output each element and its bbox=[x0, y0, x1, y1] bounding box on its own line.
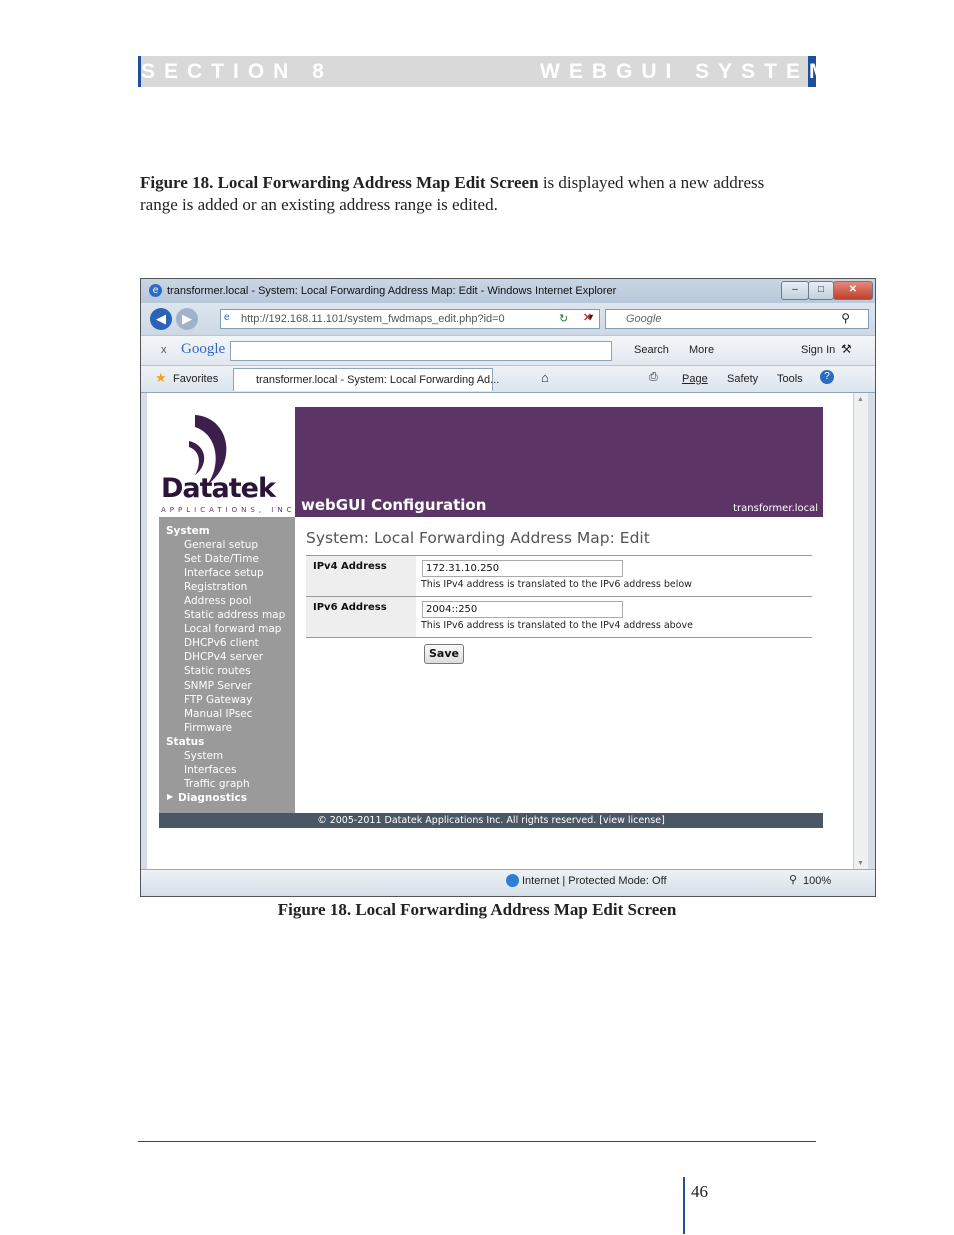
window-title: transformer.local - System: Local Forwar… bbox=[167, 285, 617, 297]
url-text: http://192.168.11.101/system_fwdmaps_edi… bbox=[241, 313, 505, 325]
window-titlebar: e transformer.local - System: Local Forw… bbox=[141, 279, 875, 303]
web-page: Datatek APPLICATIONS, INC webGUI Configu… bbox=[147, 393, 865, 869]
intro-figure-ref: Figure 18. Local Forwarding Address Map … bbox=[140, 173, 539, 192]
menu-item-static-address-map[interactable]: Static address map bbox=[184, 609, 285, 621]
logo-wordmark: Datatek bbox=[161, 473, 276, 504]
search-box[interactable]: Google ⚲ bbox=[605, 309, 869, 329]
zoom-level[interactable]: 100% bbox=[803, 875, 831, 887]
menu-item-status-system[interactable]: System bbox=[184, 750, 223, 762]
page-number-bar bbox=[683, 1177, 685, 1234]
intro-paragraph: Figure 18. Local Forwarding Address Map … bbox=[140, 172, 800, 216]
wrench-icon[interactable]: ⚒ bbox=[841, 342, 852, 356]
nav-menu: System General setup Set Date/Time Inter… bbox=[159, 517, 295, 813]
footer-rule bbox=[138, 1141, 816, 1142]
search-icon[interactable]: ⚲ bbox=[841, 311, 850, 325]
ipv6-row: IPv6 Address 2004::250 This IPv6 address… bbox=[306, 597, 812, 638]
main-content: System: Local Forwarding Address Map: Ed… bbox=[295, 517, 823, 813]
browser-tab[interactable]: transformer.local - System: Local Forwar… bbox=[233, 368, 499, 391]
menu-item-ftp-gateway[interactable]: FTP Gateway bbox=[184, 694, 252, 706]
page-number: 46 bbox=[691, 1182, 708, 1201]
print-icon[interactable]: ⎙ bbox=[649, 371, 658, 384]
menu-item-dhcpv4-server[interactable]: DHCPv4 server bbox=[184, 651, 263, 663]
section-title: WEBGUI SYSTEM bbox=[540, 60, 836, 83]
logo-subtitle: APPLICATIONS, INC bbox=[161, 506, 296, 514]
close-button[interactable]: ✕ bbox=[833, 281, 873, 300]
google-search-input[interactable] bbox=[230, 341, 612, 361]
menu-item-interfaces[interactable]: Interfaces bbox=[184, 764, 236, 776]
stop-icon[interactable]: ✕ bbox=[583, 311, 592, 324]
google-logo: Google bbox=[181, 341, 226, 357]
more-button[interactable]: More bbox=[689, 344, 714, 356]
menu-item-snmp-server[interactable]: SNMP Server bbox=[184, 680, 252, 692]
favorites-button[interactable]: Favorites bbox=[173, 373, 218, 385]
page-menu[interactable]: Page bbox=[682, 373, 708, 385]
ipv6-label-cell: IPv6 Address bbox=[306, 597, 416, 637]
globe-icon bbox=[506, 874, 519, 887]
favorites-bar: ★ Favorites transformer.local - System: … bbox=[141, 365, 875, 393]
section-number: SECTION 8 bbox=[141, 60, 333, 83]
ipv6-help-text: This IPv6 address is translated to the I… bbox=[421, 620, 693, 631]
search-box-placeholder: Google bbox=[626, 313, 662, 325]
tools-menu[interactable]: Tools bbox=[777, 373, 803, 385]
refresh-icon[interactable]: ↻ bbox=[559, 312, 568, 325]
ipv6-address-input[interactable]: 2004::250 bbox=[422, 601, 623, 618]
menu-item-local-forward-map[interactable]: Local forward map bbox=[184, 623, 281, 635]
ipv4-address-input[interactable]: 172.31.10.250 bbox=[422, 560, 623, 577]
menu-item-diagnostics[interactable]: Diagnostics bbox=[178, 792, 247, 804]
forward-icon[interactable]: ▶ bbox=[176, 308, 198, 330]
vertical-scrollbar[interactable]: ▲ ▼ bbox=[853, 393, 868, 869]
menu-item-set-date-time[interactable]: Set Date/Time bbox=[184, 553, 259, 565]
google-toolbar: x Google Search More Sign In ⚒ bbox=[141, 335, 875, 366]
hostname: transformer.local bbox=[733, 503, 818, 514]
sign-in-button[interactable]: Sign In bbox=[801, 344, 835, 356]
status-bar: Internet | Protected Mode: Off ⚲ 100% bbox=[141, 869, 875, 894]
menu-item-static-routes[interactable]: Static routes bbox=[184, 665, 251, 677]
ipv4-help-text: This IPv4 address is translated to the I… bbox=[421, 579, 692, 590]
menu-item-dhcpv6-client[interactable]: DHCPv6 client bbox=[184, 637, 259, 649]
browser-screenshot: e transformer.local - System: Local Forw… bbox=[140, 278, 876, 897]
menu-item-manual-ipsec[interactable]: Manual IPsec bbox=[184, 708, 252, 720]
menu-item-address-pool[interactable]: Address pool bbox=[184, 595, 252, 607]
safety-menu[interactable]: Safety bbox=[727, 373, 758, 385]
ipv6-label: IPv6 Address bbox=[313, 602, 387, 613]
page-icon: e bbox=[224, 312, 230, 323]
menu-item-traffic-graph[interactable]: Traffic graph bbox=[184, 778, 250, 790]
header-banner: webGUI Configuration transformer.local bbox=[295, 407, 823, 517]
address-row: ◀ ▶ e http://192.168.11.101/system_fwdma… bbox=[141, 303, 875, 335]
menu-item-registration[interactable]: Registration bbox=[184, 581, 247, 593]
page-title: System: Local Forwarding Address Map: Ed… bbox=[306, 529, 650, 547]
tab-title: transformer.local - System: Local Forwar… bbox=[256, 374, 500, 386]
ipv4-row: IPv4 Address 172.31.10.250 This IPv4 add… bbox=[306, 555, 812, 597]
menu-heading-status: Status bbox=[166, 736, 205, 748]
help-icon[interactable]: ? bbox=[820, 370, 834, 384]
minimize-button[interactable]: – bbox=[781, 281, 809, 300]
menu-item-interface-setup[interactable]: Interface setup bbox=[184, 567, 264, 579]
menu-item-firmware[interactable]: Firmware bbox=[184, 722, 232, 734]
ipv4-label-cell: IPv4 Address bbox=[306, 556, 416, 596]
banner-title: webGUI Configuration bbox=[301, 496, 487, 514]
security-zone: Internet | Protected Mode: Off bbox=[522, 875, 667, 887]
menu-heading-system: System bbox=[166, 525, 210, 537]
back-icon[interactable]: ◀ bbox=[150, 308, 172, 330]
datatek-logo: Datatek APPLICATIONS, INC bbox=[159, 407, 295, 515]
star-icon: ★ bbox=[155, 370, 167, 385]
scroll-up-icon[interactable]: ▲ bbox=[857, 395, 864, 403]
google-search-button[interactable]: Search bbox=[634, 344, 669, 356]
zoom-icon[interactable]: ⚲ bbox=[789, 873, 797, 886]
home-icon[interactable]: ⌂ bbox=[541, 370, 549, 385]
page-footer: © 2005-2011 Datatek Applications Inc. Al… bbox=[159, 813, 823, 828]
ipv4-label: IPv4 Address bbox=[313, 561, 387, 572]
scroll-down-icon[interactable]: ▼ bbox=[857, 859, 864, 867]
expand-arrow-icon[interactable]: ▶ bbox=[167, 792, 173, 801]
maximize-button[interactable]: □ bbox=[808, 281, 834, 300]
menu-item-general-setup[interactable]: General setup bbox=[184, 539, 258, 551]
ie-icon: e bbox=[149, 284, 162, 297]
save-button[interactable]: Save bbox=[424, 644, 464, 664]
url-field[interactable]: e http://192.168.11.101/system_fwdmaps_e… bbox=[220, 309, 600, 329]
figure-caption: Figure 18. Local Forwarding Address Map … bbox=[277, 900, 677, 919]
close-toolbar-icon[interactable]: x bbox=[161, 344, 167, 356]
